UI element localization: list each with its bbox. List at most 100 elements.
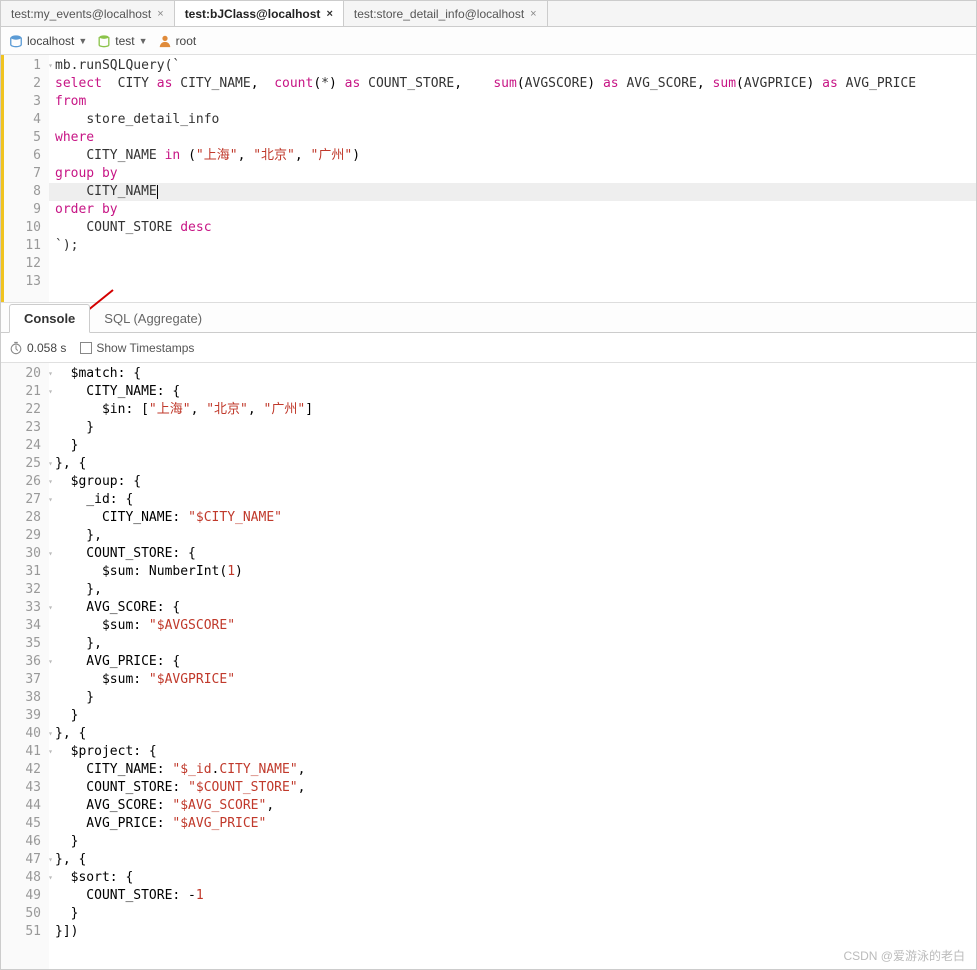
line-number: 37 — [1, 671, 49, 689]
code-line: CITY_NAME: "$_id.CITY_NAME", — [49, 761, 976, 779]
code-line: AVG_SCORE: { — [49, 599, 976, 617]
line-number: 9 — [1, 201, 49, 219]
line-number: 4 — [1, 111, 49, 129]
code-line: COUNT_STORE: "$COUNT_STORE", — [49, 779, 976, 797]
line-number: 7 — [1, 165, 49, 183]
line-number: 26 — [1, 473, 49, 491]
code-line: }, — [49, 581, 976, 599]
line-number: 33 — [1, 599, 49, 617]
show-ts-label: Show Timestamps — [96, 341, 194, 355]
code-line: } — [49, 707, 976, 725]
line-number: 30 — [1, 545, 49, 563]
console-output[interactable]: 2021222324252627282930313233343536373839… — [1, 363, 976, 969]
code-line: AVG_SCORE: "$AVG_SCORE", — [49, 797, 976, 815]
line-number: 49 — [1, 887, 49, 905]
line-number: 44 — [1, 797, 49, 815]
code-line: CITY_NAME: { — [49, 383, 976, 401]
tab-label: test:store_detail_info@localhost — [354, 7, 524, 21]
code-area: $match: { CITY_NAME: { $in: ["上海", "北京",… — [49, 363, 976, 969]
code-line: }, { — [49, 851, 976, 869]
line-number: 1 — [1, 57, 49, 75]
result-tab[interactable]: Console — [9, 304, 90, 333]
exec-time-label: 0.058 s — [27, 341, 66, 355]
code-line — [49, 273, 976, 291]
code-line: }, — [49, 635, 976, 653]
code-line: } — [49, 437, 976, 455]
code-line: `); — [49, 237, 976, 255]
code-line: where — [49, 129, 976, 147]
close-icon[interactable]: × — [157, 8, 163, 20]
line-number: 5 — [1, 129, 49, 147]
code-line: }, { — [49, 455, 976, 473]
line-gutter: 2021222324252627282930313233343536373839… — [1, 363, 49, 969]
line-number: 31 — [1, 563, 49, 581]
line-number: 20 — [1, 365, 49, 383]
code-line: AVG_PRICE: "$AVG_PRICE" — [49, 815, 976, 833]
line-number: 45 — [1, 815, 49, 833]
code-line: order by — [49, 201, 976, 219]
line-number: 12 — [1, 255, 49, 273]
close-icon[interactable]: × — [326, 8, 332, 20]
sql-editor[interactable]: 12345678910111213 mb.runSQLQuery(`select… — [1, 55, 976, 303]
line-number: 35 — [1, 635, 49, 653]
code-line: }, { — [49, 725, 976, 743]
line-number: 10 — [1, 219, 49, 237]
show-timestamps-toggle[interactable]: Show Timestamps — [80, 341, 194, 355]
code-line: COUNT_STORE: { — [49, 545, 976, 563]
checkbox-icon — [80, 342, 92, 354]
line-number: 47 — [1, 851, 49, 869]
line-number: 13 — [1, 273, 49, 291]
line-number: 22 — [1, 401, 49, 419]
line-number: 2 — [1, 75, 49, 93]
server-selector[interactable]: localhost ▼ — [9, 34, 87, 48]
chevron-down-icon: ▼ — [139, 36, 148, 46]
chevron-down-icon: ▼ — [78, 36, 87, 46]
code-line: CITY_NAME: "$CITY_NAME" — [49, 509, 976, 527]
line-number: 41 — [1, 743, 49, 761]
line-number: 40 — [1, 725, 49, 743]
line-number: 34 — [1, 617, 49, 635]
code-line: } — [49, 833, 976, 851]
code-line: store_detail_info — [49, 111, 976, 129]
line-number: 8 — [1, 183, 49, 201]
line-number: 25 — [1, 455, 49, 473]
exec-time: 0.058 s — [9, 341, 66, 355]
code-line: $sum: "$AVGSCORE" — [49, 617, 976, 635]
code-line: group by — [49, 165, 976, 183]
line-number: 27 — [1, 491, 49, 509]
line-number: 48 — [1, 869, 49, 887]
line-number: 42 — [1, 761, 49, 779]
file-tab[interactable]: test:store_detail_info@localhost × — [344, 1, 548, 26]
result-tab[interactable]: SQL (Aggregate) — [90, 305, 216, 332]
user-indicator: root — [158, 34, 197, 48]
line-number: 36 — [1, 653, 49, 671]
code-line: from — [49, 93, 976, 111]
connection-bar: localhost ▼ test ▼ root — [1, 27, 976, 55]
file-tab[interactable]: test:my_events@localhost× — [1, 1, 175, 26]
line-number: 28 — [1, 509, 49, 527]
code-line: } — [49, 419, 976, 437]
line-number: 38 — [1, 689, 49, 707]
code-line: $group: { — [49, 473, 976, 491]
user-icon — [158, 34, 172, 48]
code-line: _id: { — [49, 491, 976, 509]
code-area[interactable]: mb.runSQLQuery(`select CITY as CITY_NAME… — [49, 55, 976, 302]
code-line: AVG_PRICE: { — [49, 653, 976, 671]
code-line: } — [49, 689, 976, 707]
code-line: COUNT_STORE desc — [49, 219, 976, 237]
code-line: CITY_NAME — [49, 183, 976, 201]
close-icon[interactable]: × — [530, 8, 536, 20]
code-line: CITY_NAME in ("上海", "北京", "广州") — [49, 147, 976, 165]
line-gutter: 12345678910111213 — [1, 55, 49, 302]
code-line: }, — [49, 527, 976, 545]
line-number: 39 — [1, 707, 49, 725]
line-number: 46 — [1, 833, 49, 851]
result-tab-bar: ConsoleSQL (Aggregate) — [1, 303, 976, 333]
ide-window: test:my_events@localhost×test:bJClass@lo… — [0, 0, 977, 970]
database-selector[interactable]: test ▼ — [97, 34, 147, 48]
line-number: 29 — [1, 527, 49, 545]
file-tab-bar: test:my_events@localhost×test:bJClass@lo… — [1, 1, 976, 27]
user-label: root — [176, 34, 197, 48]
file-tab[interactable]: test:bJClass@localhost× — [175, 1, 344, 26]
result-toolbar: 0.058 s Show Timestamps — [1, 333, 976, 363]
